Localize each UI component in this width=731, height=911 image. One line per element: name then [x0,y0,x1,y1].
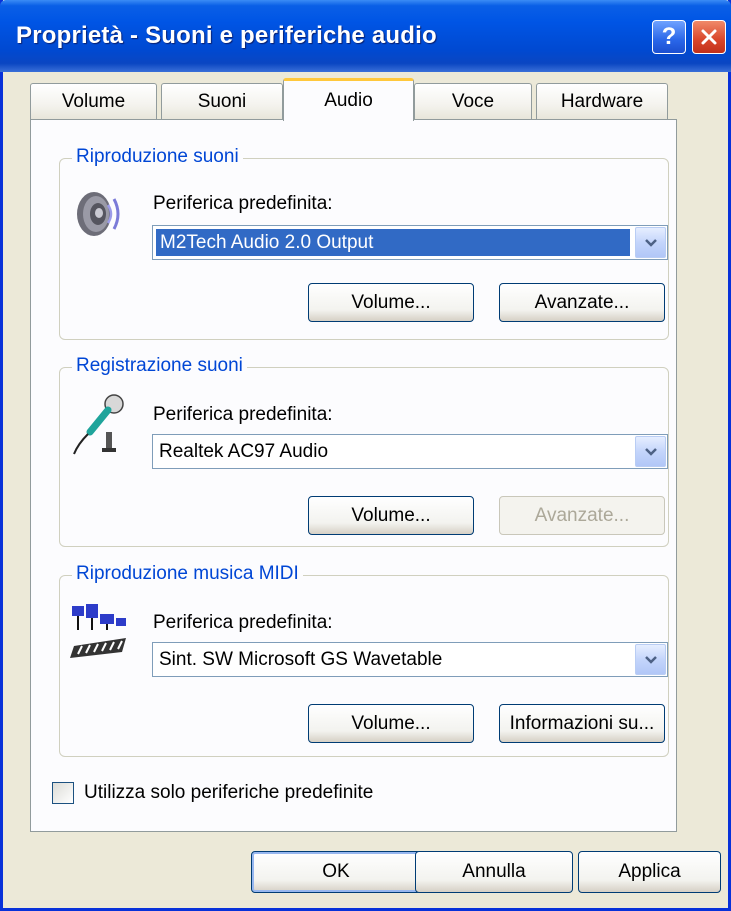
tab-suoni[interactable]: Suoni [161,83,283,119]
recording-device-dropdown[interactable]: Realtek AC97 Audio [152,434,668,469]
ok-button[interactable]: OK [251,851,421,893]
tab-label: Hardware [560,90,644,112]
chevron-down-icon [644,447,657,456]
title-bar[interactable]: Proprietà - Suoni e periferiche audio ? [0,0,731,72]
chevron-down-icon [644,655,657,664]
midi-group-title: Riproduzione musica MIDI [72,563,303,585]
tab-label: Voce [451,90,495,112]
dropdown-arrow-button[interactable] [635,227,666,258]
cancel-button[interactable]: Annulla [415,851,573,893]
recording-device-value: Realtek AC97 Audio [159,441,329,462]
dropdown-arrow-button[interactable] [635,436,666,467]
playback-device-value: M2Tech Audio 2.0 Output [156,229,630,256]
playback-device-dropdown[interactable]: M2Tech Audio 2.0 Output [152,225,668,260]
speaker-icon [77,192,120,236]
recording-volume-button[interactable]: Volume... [308,496,474,535]
tab-label: Volume [61,90,126,112]
tab-hardware[interactable]: Hardware [536,83,668,119]
help-button[interactable]: ? [652,20,686,54]
midi-device-value: Sint. SW Microsoft GS Wavetable [159,649,443,670]
playback-advanced-button[interactable]: Avanzate... [499,283,665,322]
midi-keyboard-icon [70,604,126,658]
tab-panel-audio: Riproduzione suoni Periferica predefinit… [30,119,677,832]
tab-label: Suoni [197,90,247,112]
playback-device-label: Periferica predefinita: [153,193,333,214]
playback-group-title: Riproduzione suoni [72,146,243,168]
midi-volume-button[interactable]: Volume... [308,704,474,743]
recording-group: Registrazione suoni Periferica predefini… [59,355,669,547]
tab-label: Audio [324,90,373,111]
button-label: Volume... [351,504,431,526]
window-title: Proprietà - Suoni e periferiche audio [16,22,437,49]
midi-info-button[interactable]: Informazioni su... [499,704,665,743]
tab-audio[interactable]: Audio [283,78,414,121]
microphone-icon [73,394,124,455]
default-devices-checkbox-row[interactable]: Utilizza solo periferiche predefinite [52,782,373,804]
chevron-down-icon [644,238,657,247]
help-icon: ? [661,23,677,50]
button-label: Annulla [462,861,526,882]
recording-advanced-button: Avanzate... [499,496,665,535]
button-label: Avanzate... [534,291,630,313]
default-devices-checkbox[interactable] [52,782,74,804]
midi-device-label: Periferica predefinita: [153,612,333,633]
tab-voce[interactable]: Voce [414,83,532,119]
apply-button[interactable]: Applica [578,851,721,893]
button-label: OK [322,861,350,882]
button-label: Informazioni su... [509,712,655,734]
close-button[interactable] [692,20,726,54]
playback-group: Riproduzione suoni Periferica predefinit… [59,146,669,340]
checkbox-label: Utilizza solo periferiche predefinite [84,782,374,803]
dropdown-arrow-button[interactable] [635,644,666,675]
recording-device-label: Periferica predefinita: [153,404,333,425]
tab-volume[interactable]: Volume [30,83,157,119]
midi-group: Riproduzione musica MIDI Periferica pred… [59,563,669,757]
playback-volume-button[interactable]: Volume... [308,283,474,322]
close-icon [701,29,717,45]
button-label: Avanzate... [534,504,630,526]
midi-device-dropdown[interactable]: Sint. SW Microsoft GS Wavetable [152,642,668,677]
button-label: Applica [618,861,681,882]
button-label: Volume... [351,712,431,734]
button-label: Volume... [351,291,431,313]
recording-group-title: Registrazione suoni [72,355,247,377]
